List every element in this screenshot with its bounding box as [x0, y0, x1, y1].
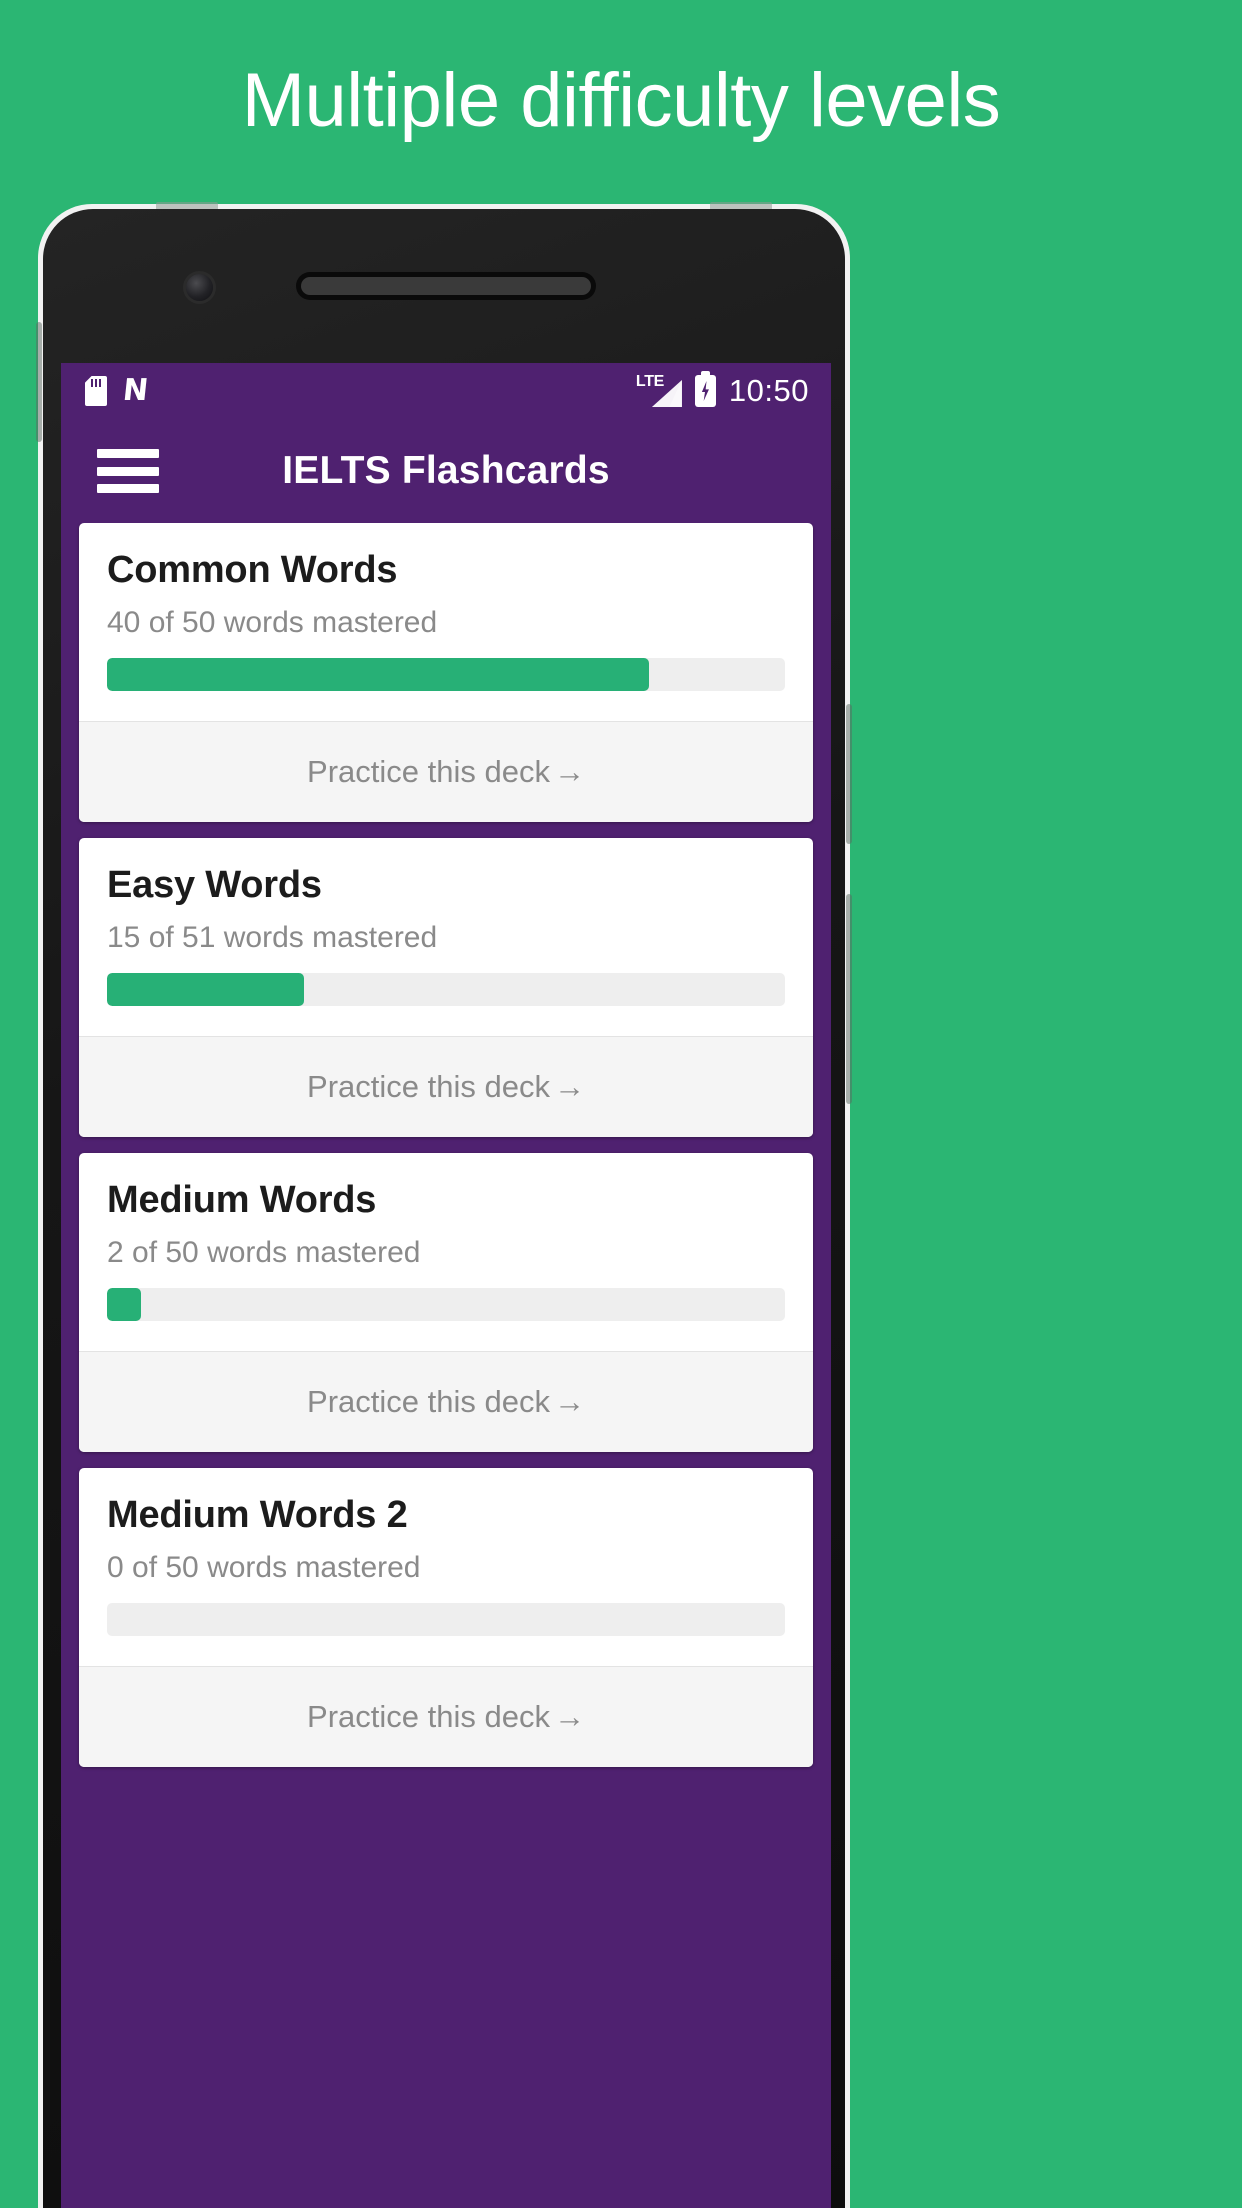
phone-side-button-right-lower — [846, 894, 852, 1104]
deck-progress-bar — [107, 658, 785, 691]
front-camera-icon — [186, 274, 213, 301]
deck-card[interactable]: Common Words 40 of 50 words mastered Pra… — [79, 523, 813, 822]
deck-progress-fill — [107, 658, 650, 691]
deck-progress-label: 15 of 51 words mastered — [107, 921, 438, 954]
deck-card-body: Medium Words 2 of 50 words mastered — [79, 1153, 813, 1351]
deck-title: Easy Words — [107, 864, 322, 906]
practice-deck-button[interactable]: Practice this deck → — [79, 1666, 813, 1767]
practice-deck-label: Practice this deck — [307, 1384, 550, 1419]
practice-deck-button[interactable]: Practice this deck → — [79, 721, 813, 822]
arrow-right-icon: → — [553, 1384, 585, 1419]
sd-card-icon — [85, 376, 107, 406]
hamburger-menu-icon[interactable] — [97, 449, 159, 493]
status-bar: N LTE 10:50 — [61, 363, 831, 419]
arrow-right-icon: → — [553, 1069, 585, 1104]
phone-side-button-right-upper — [846, 704, 852, 844]
deck-card[interactable]: Medium Words 2 0 of 50 words mastered Pr… — [79, 1468, 813, 1767]
arrow-right-icon: → — [553, 754, 585, 789]
status-bar-right-icons: LTE 10:50 — [635, 371, 809, 409]
arrow-right-icon: → — [553, 1699, 585, 1734]
deck-card-body: Easy Words 15 of 51 words mastered — [79, 838, 813, 1036]
phone-body: N LTE 10:50 IELTS Flashcards Common Word… — [43, 209, 845, 2208]
hamburger-line-1 — [97, 449, 159, 458]
practice-deck-label: Practice this deck — [307, 1069, 550, 1104]
deck-card-body: Common Words 40 of 50 words mastered — [79, 523, 813, 721]
phone-side-button-left — [36, 322, 42, 442]
status-bar-clock: 10:50 — [728, 373, 809, 408]
page-title: Multiple difficulty levels — [241, 57, 1001, 143]
phone-device-frame: N LTE 10:50 IELTS Flashcards Common Word… — [36, 202, 852, 2208]
deck-progress-label: 2 of 50 words mastered — [107, 1236, 421, 1269]
deck-card-body: Medium Words 2 0 of 50 words mastered — [79, 1468, 813, 1666]
practice-deck-button[interactable]: Practice this deck → — [79, 1036, 813, 1137]
practice-deck-label: Practice this deck — [307, 754, 550, 789]
deck-progress-label: 40 of 50 words mastered — [107, 606, 438, 639]
status-bar-left-icons: N — [85, 373, 151, 408]
deck-progress-bar — [107, 973, 785, 1006]
deck-progress-bar — [107, 1288, 785, 1321]
lte-label: LTE — [635, 373, 665, 390]
charging-bolt-icon — [701, 381, 709, 401]
practice-deck-button[interactable]: Practice this deck → — [79, 1351, 813, 1452]
earpiece-speaker — [301, 277, 591, 295]
deck-title: Medium Words — [107, 1179, 377, 1221]
app-bar: IELTS Flashcards — [61, 419, 831, 523]
hamburger-line-3 — [97, 484, 159, 493]
android-n-icon: N — [121, 373, 151, 408]
deck-card[interactable]: Easy Words 15 of 51 words mastered Pract… — [79, 838, 813, 1137]
hamburger-line-2 — [97, 466, 159, 476]
deck-progress-label: 0 of 50 words mastered — [107, 1551, 421, 1584]
deck-progress-bar — [107, 1603, 785, 1636]
deck-title: Medium Words 2 — [107, 1494, 408, 1536]
lte-signal-icon: LTE — [635, 373, 682, 407]
app-bar-title: IELTS Flashcards — [282, 449, 610, 492]
deck-progress-fill — [107, 1288, 141, 1321]
phone-screen: N LTE 10:50 IELTS Flashcards Common Word… — [61, 363, 831, 2208]
practice-deck-label: Practice this deck — [307, 1699, 550, 1734]
deck-card[interactable]: Medium Words 2 of 50 words mastered Prac… — [79, 1153, 813, 1452]
deck-title: Common Words — [107, 549, 398, 591]
deck-list[interactable]: Common Words 40 of 50 words mastered Pra… — [61, 523, 831, 1767]
deck-progress-fill — [107, 973, 304, 1006]
battery-charging-icon — [694, 371, 716, 407]
